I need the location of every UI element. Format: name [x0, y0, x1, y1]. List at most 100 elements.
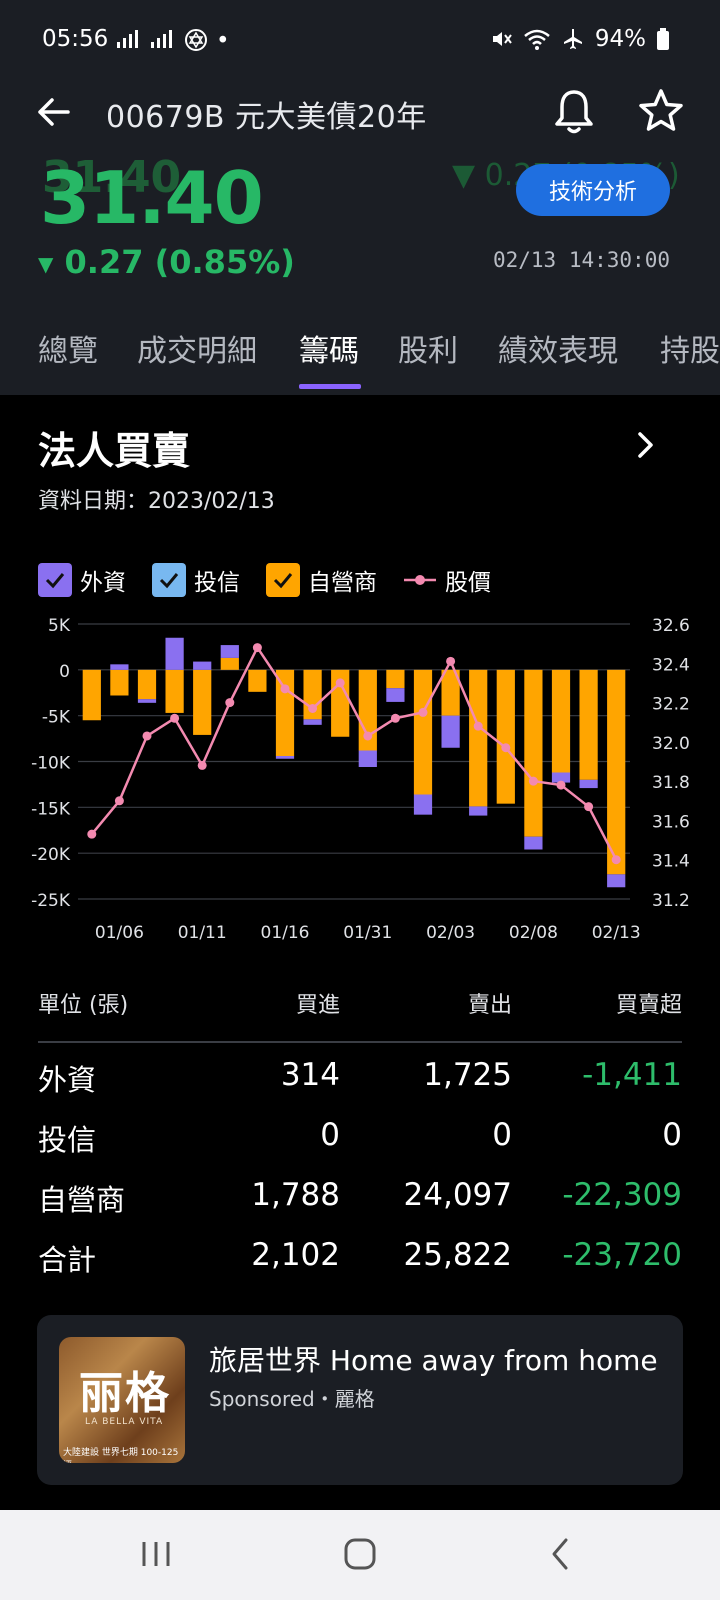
technical-analysis-button[interactable]: 技術分析 [516, 164, 670, 216]
mute-icon [492, 32, 512, 46]
tab-holdings[interactable]: 持股 [660, 326, 720, 370]
home-icon[interactable] [338, 1532, 382, 1576]
foreign-bar [275, 756, 295, 759]
header-sell: 賣出 [467, 993, 512, 1018]
dealer-bar [551, 669, 571, 773]
top-nav: 00679B 元大美債20年 [34, 88, 684, 136]
foreign-bar [165, 637, 184, 670]
price-point [335, 678, 345, 688]
row-name: 投信 [38, 1123, 97, 1157]
price-change: ▼ 0.27 (0.85%) [38, 243, 295, 281]
tab-trade-details[interactable]: 成交明細 [137, 326, 257, 370]
trade-table: 單位 (張) 買進 賣出 買賣超 外資 314 1,725 -1,411 投信 … [38, 987, 682, 1297]
header-net: 買賣超 [615, 993, 682, 1018]
y-left-tick-label: -15K [31, 799, 71, 819]
table-row: 外資 314 1,725 -1,411 [38, 1057, 682, 1117]
row-net: 0 [662, 1117, 682, 1153]
y-left-tick-label: 0 [59, 662, 70, 682]
star-of-david-icon [185, 29, 207, 51]
legend-trust[interactable]: 投信 [152, 563, 240, 597]
legend-foreign[interactable]: 外資 [38, 563, 126, 597]
legend-label: 投信 [194, 570, 240, 596]
y-left-tick-label: -10K [31, 754, 71, 774]
ad-image[interactable]: 丽格 LA BELLA VITA 大陸建設 世界七期 100-125坪 [59, 1337, 185, 1463]
x-tick-label: 02/13 [592, 923, 641, 943]
dealer-bar [579, 669, 598, 780]
price-point [611, 855, 621, 865]
tab-overview[interactable]: 總覽 [38, 326, 98, 370]
row-name: 自營商 [38, 1183, 126, 1217]
row-sell: 25,822 [403, 1237, 512, 1273]
quote-timestamp: 02/13 14:30:00 [492, 248, 670, 272]
dealer-bar [110, 669, 129, 696]
sponsored-ad[interactable]: 丽格 LA BELLA VITA 大陸建設 世界七期 100-125坪 旅居世界… [37, 1315, 683, 1485]
institutional-chart: 5K 0 -5K -10K -15K -20K -25K 32.6 32.4 32.2 32.0 31… [31, 616, 690, 943]
checkbox-icon[interactable] [38, 563, 72, 597]
table-row: 自營商 1,788 24,097 -22,309 [38, 1177, 682, 1237]
chevron-right-icon[interactable] [630, 428, 660, 462]
battery-percent: 94% [594, 26, 646, 52]
x-tick-label: 02/03 [426, 923, 475, 943]
legend-dealer[interactable]: 自營商 [266, 563, 377, 597]
y-right-tick-label: 31.6 [652, 812, 690, 832]
star-icon[interactable] [638, 88, 684, 134]
tab-chips[interactable]: 籌碼 [299, 326, 359, 370]
y-right-tick-label: 32.6 [652, 616, 690, 636]
x-tick-label: 01/11 [178, 923, 227, 943]
checkbox-icon[interactable] [152, 563, 186, 597]
tab-dividend[interactable]: 股利 [398, 326, 458, 370]
bell-icon[interactable] [552, 88, 596, 136]
price-point [501, 743, 511, 753]
dealer-bar [413, 669, 433, 795]
signal-icon [117, 30, 138, 48]
active-tab-indicator [299, 384, 361, 389]
recent-apps-icon[interactable] [134, 1532, 178, 1576]
checkbox-icon[interactable] [266, 563, 300, 597]
dealer-bar [386, 669, 405, 689]
back-icon[interactable] [540, 1532, 584, 1576]
tab-performance[interactable]: 績效表現 [498, 326, 618, 370]
legend-label: 自營商 [308, 570, 377, 596]
foreign-bar [303, 719, 322, 725]
airplane-icon [563, 29, 582, 49]
page-title: 00679B 元大美債20年 [106, 100, 427, 135]
y-left-tick-label: -25K [31, 891, 71, 911]
foreign-bar [193, 661, 212, 670]
back-arrow-icon[interactable] [34, 92, 74, 132]
price-point [308, 703, 318, 713]
y-left-tick-label: -20K [31, 845, 71, 865]
down-triangle-icon: ▼ [38, 252, 54, 276]
header-buy: 買進 [295, 993, 340, 1018]
y-left-tick-label: 5K [48, 616, 71, 636]
section-title: 法人買賣 [38, 429, 191, 473]
price-point [114, 796, 124, 806]
price-point [556, 780, 566, 790]
foreign-bar [220, 645, 239, 658]
price-point [390, 713, 400, 723]
price-point [170, 713, 180, 723]
ad-logo-small: 大陸建設 世界七期 100-125坪 [63, 1448, 179, 1463]
row-net: -23,720 [562, 1237, 682, 1273]
row-buy: 314 [280, 1057, 340, 1093]
dealer-bar [496, 669, 515, 804]
x-tick-label: 01/31 [343, 923, 392, 943]
foreign-bar [386, 688, 405, 702]
price-point [252, 643, 262, 653]
table-row: 合計 2,102 25,822 -23,720 [38, 1237, 682, 1297]
table-row: 投信 0 0 0 [38, 1117, 682, 1177]
dealer-bar [165, 669, 184, 713]
signal-icon [151, 30, 172, 48]
data-date: 資料日期：2023/02/13 [38, 489, 275, 514]
price-point [225, 698, 235, 708]
price-point [197, 760, 207, 770]
current-price: 31.40 [40, 156, 264, 240]
row-name: 外資 [38, 1063, 97, 1097]
stock-header: 05:56 • 94% 00679B 元大美債20年 31.40 31.40 ▼… [0, 0, 720, 395]
table-header: 單位 (張) 買進 賣出 買賣超 [38, 987, 682, 1043]
x-tick-label: 01/16 [261, 923, 310, 943]
price-point [446, 656, 456, 666]
legend-price[interactable]: 股價 [403, 563, 491, 597]
ad-title[interactable]: 旅居世界 Home away from home [209, 1339, 658, 1379]
wifi-icon [524, 29, 550, 50]
price-point [418, 707, 428, 717]
